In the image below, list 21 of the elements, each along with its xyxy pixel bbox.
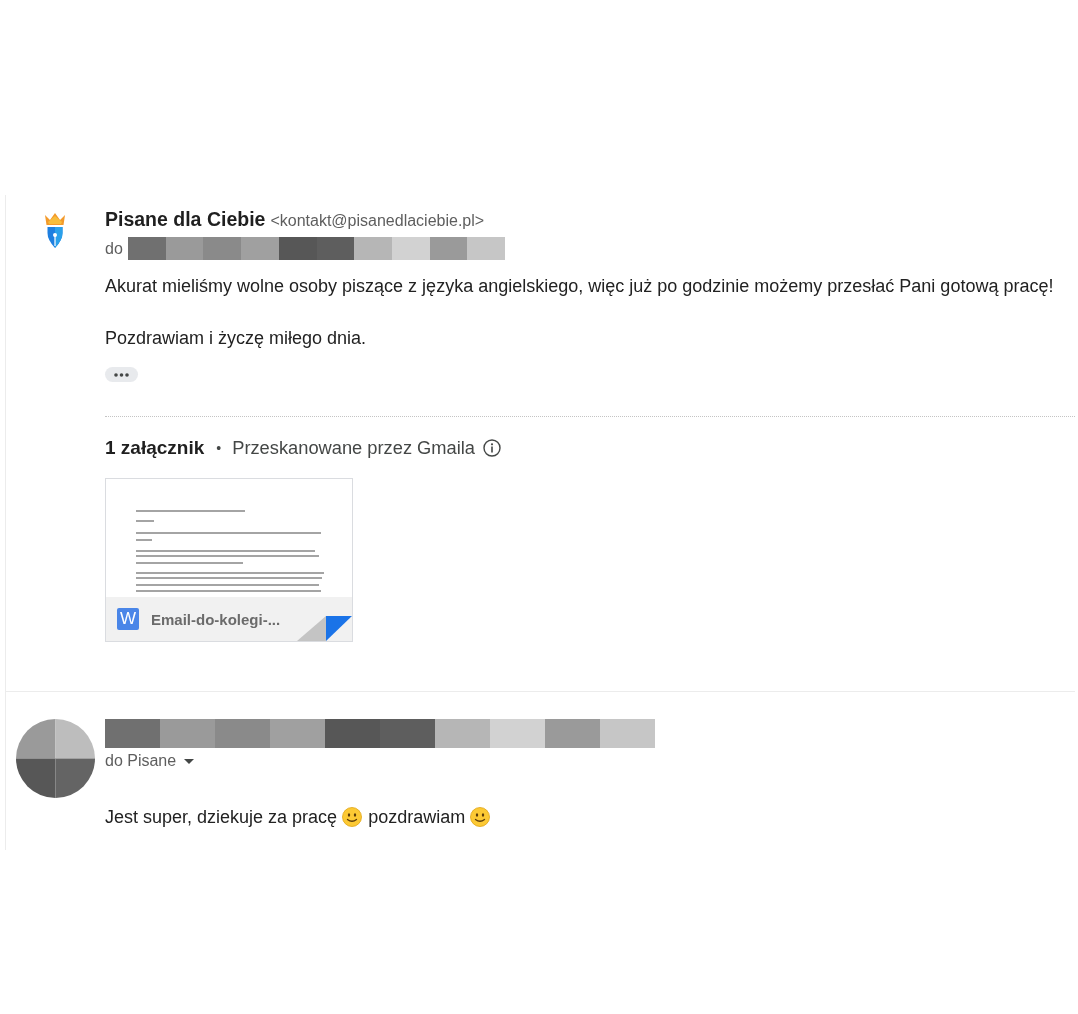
folded-corner-icon	[297, 616, 352, 641]
smiley-icon	[470, 807, 491, 827]
smiley-icon	[342, 807, 363, 827]
ellipsis-icon	[114, 372, 129, 377]
message-text: Jest super, dziekuje za pracę	[105, 806, 338, 829]
attachment-card[interactable]: W Email-do-kolegi-...	[105, 478, 353, 642]
sender-name: Pisane dla Ciebie	[105, 207, 266, 231]
recipient-details-button[interactable]: do Pisane	[105, 751, 195, 771]
info-icon[interactable]	[483, 439, 502, 457]
separator-dot: •	[216, 440, 222, 456]
message-text: pozdrawiam	[368, 806, 466, 829]
recipient-label: do	[105, 239, 123, 258]
attachment-filename: Email-do-kolegi-...	[151, 610, 281, 628]
sender-email: <kontakt@pisanedlaciebie.pl>	[270, 211, 485, 231]
show-trimmed-content-button[interactable]	[105, 367, 138, 382]
attachment-count: 1 załącznik	[105, 437, 205, 459]
file-type-badge: W	[117, 608, 139, 630]
message-text: Pozdrawiam i życzę miłego dnia.	[105, 327, 367, 350]
scan-note: Przeskanowane przez Gmaila	[232, 437, 476, 459]
crown-pen-icon	[44, 213, 66, 248]
message-text: Akurat mieliśmy wolne osoby piszące z języka angielskiego, więc już po godzinie możemy przesłać Pani gotową pracę!	[105, 275, 1054, 298]
